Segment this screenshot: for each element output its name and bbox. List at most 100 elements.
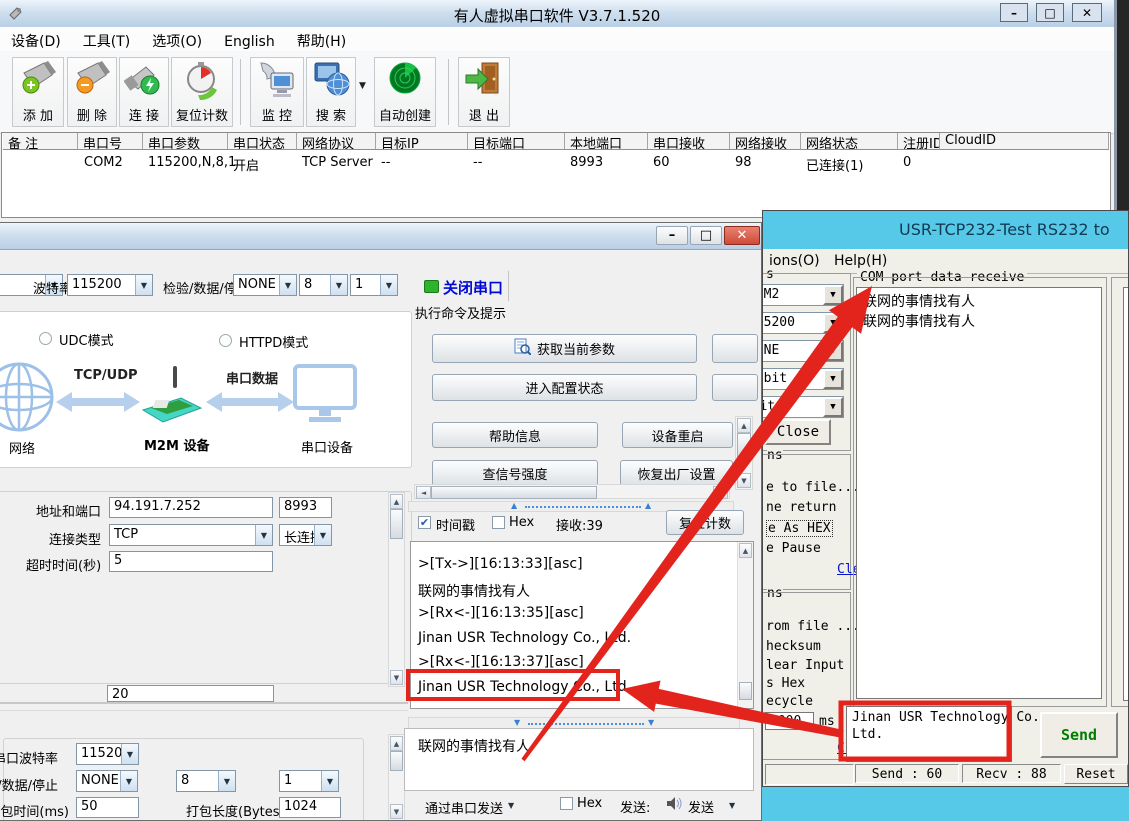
pack-len-input[interactable]: 1024 [279, 797, 341, 818]
chevron-down-icon[interactable]: ▼ [321, 771, 338, 791]
col-reg-id[interactable]: 注册ID [898, 133, 940, 150]
baud-select[interactable]: 115200▼ [762, 312, 844, 334]
scroll-down-icon[interactable]: ▼ [737, 473, 751, 488]
serial-parity-select[interactable]: NONE▼ [76, 770, 138, 792]
timeout-input[interactable]: 5 [109, 551, 273, 572]
signal-strength-button[interactable]: 查信号强度 [432, 460, 598, 486]
databits-select[interactable]: 8 bit▼ [762, 368, 844, 390]
log-textarea[interactable]: >[Tx->][16:13:33][asc] 联网的事情找有人 >[Rx<-][… [410, 541, 754, 709]
chevron-down-icon[interactable]: ▼ [255, 525, 272, 545]
close-serial-button[interactable]: 关闭串口 [443, 277, 503, 298]
menu-help[interactable]: Help(H) [834, 253, 887, 269]
chevron-down-icon[interactable]: ▼ [823, 369, 843, 389]
chevron-down-icon[interactable]: ▼ [218, 771, 235, 791]
col-cloud-id[interactable]: CloudID [940, 133, 1109, 150]
scroll-down-icon[interactable]: ▼ [390, 804, 403, 819]
databits-select[interactable]: 8▼ [299, 274, 348, 296]
interval-input[interactable]: 1000 [765, 712, 814, 730]
config-close-button[interactable]: ✕ [724, 226, 760, 245]
main-close-button[interactable]: ✕ [1072, 3, 1102, 22]
scrollbar-thumb[interactable] [739, 682, 752, 700]
partial-button[interactable] [712, 374, 758, 401]
send-as-hex-option[interactable]: s Hex [766, 676, 805, 691]
delete-device-button[interactable]: 删 除 [67, 57, 117, 127]
chevron-down-icon[interactable]: ▼ [508, 801, 514, 810]
conn-mode-select[interactable]: 长连接▼ [279, 524, 332, 546]
chevron-down-icon[interactable]: ▼ [121, 744, 138, 764]
send-hex-checkbox[interactable] [560, 797, 573, 810]
connect-button[interactable]: 连 接 [119, 57, 169, 127]
cmd-h-scrollbar[interactable]: ◄ ► [414, 484, 730, 499]
scrollbar-thumb[interactable] [431, 486, 597, 499]
com-port-select[interactable]: COM2▼ [762, 284, 844, 306]
stopbits-select[interactable]: 1 bit▼ [762, 396, 844, 418]
chevron-down-icon[interactable]: ▼ [823, 341, 843, 361]
serial-stopbits-select[interactable]: 1▼ [279, 770, 339, 792]
chevron-down-icon[interactable]: ▼ [135, 275, 152, 295]
recycle-option[interactable]: ecycle [766, 694, 813, 709]
scrollbar-thumb[interactable] [390, 509, 403, 539]
col-state[interactable]: 串口状态 [228, 133, 297, 150]
log-scrollbar[interactable]: ▲ [737, 542, 753, 708]
chevron-down-icon[interactable]: ▼ [330, 275, 347, 295]
get-params-button[interactable]: 获取当前参数 [432, 334, 697, 363]
scrollbar-thumb[interactable] [737, 433, 751, 461]
chevron-down-icon[interactable]: ▼ [120, 771, 137, 791]
col-protocol[interactable]: 网络协议 [297, 133, 376, 150]
col-local-port[interactable]: 本地端口 [565, 133, 648, 150]
scroll-up-icon[interactable]: ▲ [390, 494, 403, 509]
chevron-down-icon[interactable]: ▼ [823, 313, 843, 333]
main-maximize-button[interactable]: □ [1036, 3, 1064, 22]
exit-button[interactable]: 退 出 [458, 57, 510, 127]
serial-group-scrollbar[interactable]: ▲ ▼ [388, 734, 405, 821]
chevron-down-icon[interactable]: ▼ [314, 525, 331, 545]
form-scrollbar[interactable]: ▲ ▼ [388, 492, 405, 687]
col-remark[interactable]: 备 注 [3, 133, 78, 150]
col-serial-recv[interactable]: 串口接收 [648, 133, 730, 150]
serial-baud-select[interactable]: 115200▼ [76, 743, 139, 765]
recv-as-hex-option[interactable]: e As HEX [766, 520, 833, 537]
factory-reset-button[interactable]: 恢复出厂设置 [620, 460, 733, 486]
send-textarea[interactable]: 联网的事情找有人 [404, 728, 754, 791]
httpd-mode-radio[interactable] [219, 334, 232, 347]
save-to-file-option[interactable]: e to file... [766, 480, 860, 495]
serial-databits-select[interactable]: 8▼ [176, 770, 236, 792]
parity-select[interactable]: NONE▼ [762, 340, 844, 362]
chevron-down-icon[interactable]: ▼ [729, 801, 735, 810]
col-com[interactable]: 串口号 [78, 133, 143, 150]
send-button[interactable]: Send [1040, 712, 1118, 758]
col-target-port[interactable]: 目标端口 [468, 133, 565, 150]
col-params[interactable]: 串口参数 [143, 133, 228, 150]
reset-count-button[interactable]: 复位计数 [171, 57, 233, 127]
checksum-option[interactable]: hecksum [766, 639, 821, 654]
menu-options-partial[interactable]: ions(O) [769, 253, 820, 269]
config-titlebar[interactable]: – □ ✕ [0, 223, 762, 250]
main-minimize-button[interactable]: – [1000, 3, 1028, 22]
baud-select[interactable]: 115200▼ [67, 274, 153, 296]
hex-checkbox[interactable] [492, 516, 505, 529]
pack-time-input[interactable]: 50 [76, 797, 139, 818]
port-input[interactable]: 8993 [279, 497, 332, 518]
scroll-down-icon[interactable]: ▼ [390, 670, 403, 685]
reset-count-button[interactable]: 复位计数 [666, 510, 744, 535]
scrollbar-thumb[interactable] [390, 751, 403, 771]
add-device-button[interactable]: 添 加 [12, 57, 64, 127]
scroll-up-icon[interactable]: ▲ [739, 543, 752, 558]
udc-mode-radio[interactable] [39, 332, 52, 345]
partial-button[interactable] [712, 334, 758, 363]
cmd-scrollbar[interactable]: ▲ ▼ [735, 416, 753, 490]
col-net-state[interactable]: 网络状态 [801, 133, 898, 150]
com-close-button[interactable]: Close [765, 419, 831, 445]
chevron-down-icon[interactable]: ▼ [823, 397, 843, 417]
tcp232-titlebar[interactable]: USR-TCP232-Test RS232 to [763, 211, 1129, 249]
clear-input-option[interactable]: lear Input [766, 658, 844, 673]
scroll-left-icon[interactable]: ◄ [416, 486, 431, 499]
col-net-recv[interactable]: 网络接收 [730, 133, 801, 150]
help-info-button[interactable]: 帮助信息 [432, 422, 598, 448]
scroll-up-icon[interactable]: ▲ [737, 418, 751, 433]
config-minimize-button[interactable]: – [656, 226, 688, 245]
auto-create-button[interactable]: 自动创建 [374, 57, 436, 127]
line-return-option[interactable]: ne return [766, 500, 836, 515]
scroll-right-icon[interactable]: ► [713, 486, 728, 499]
monitor-button[interactable]: 监 控 [250, 57, 304, 127]
